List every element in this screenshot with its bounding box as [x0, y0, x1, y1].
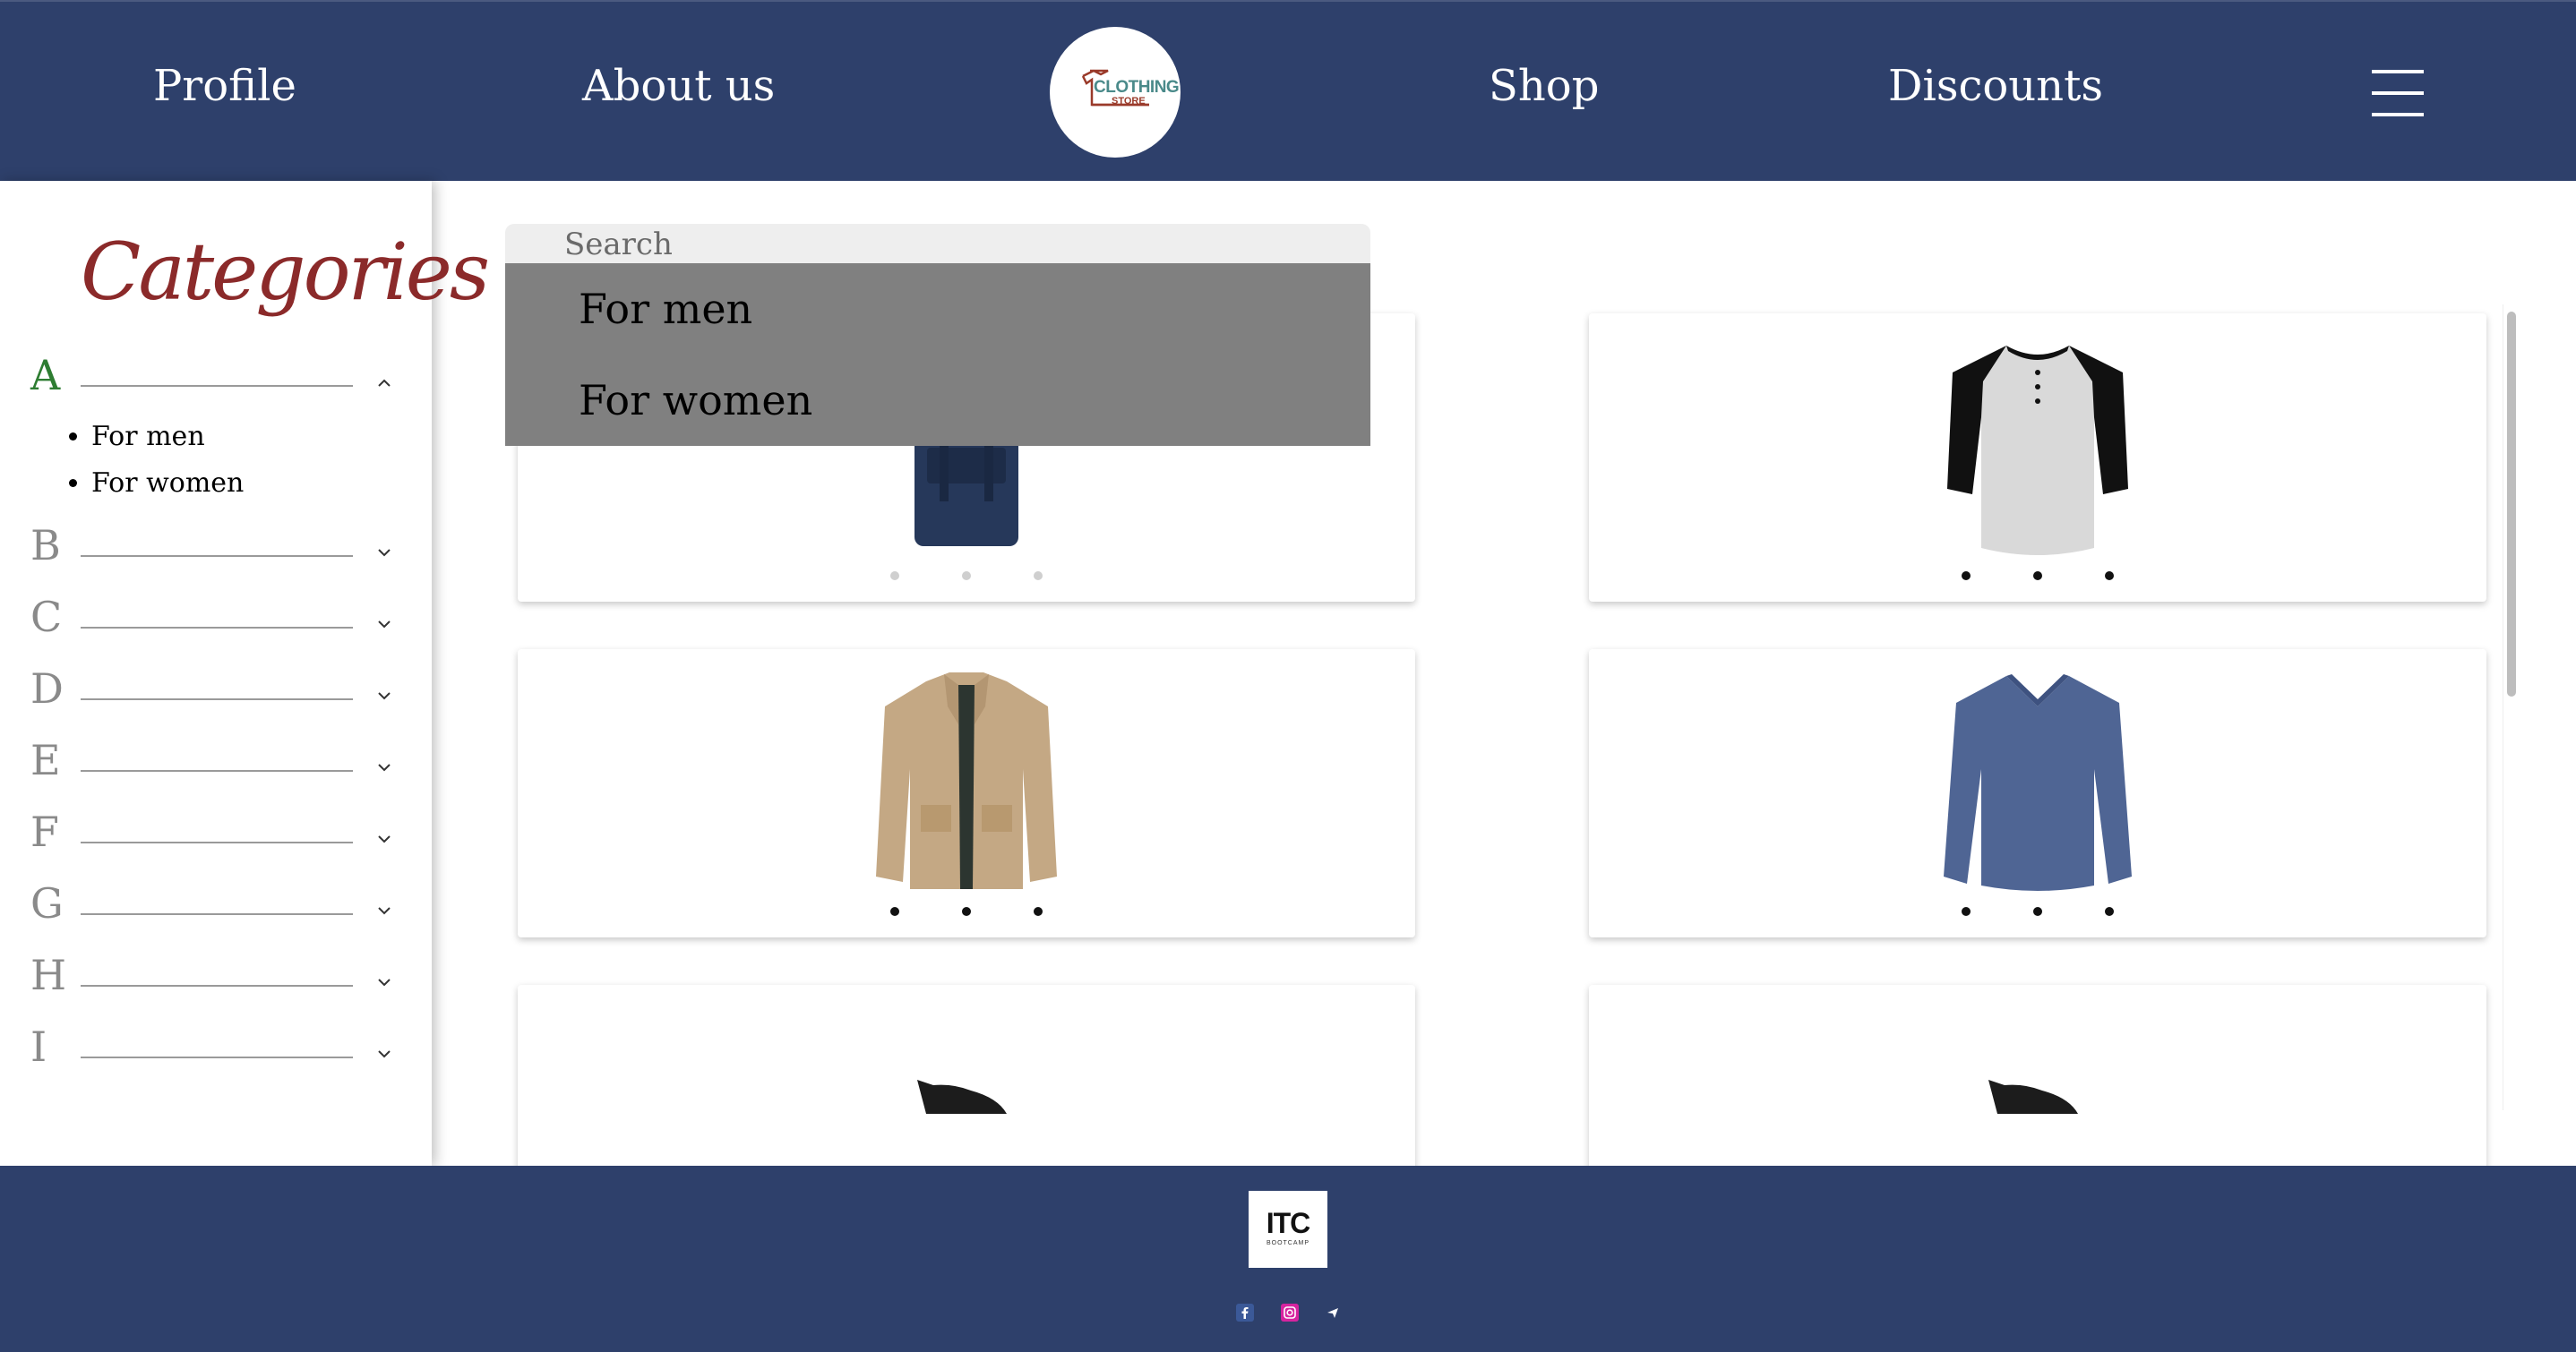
divider: [81, 1057, 353, 1058]
telegram-icon[interactable]: [1324, 1304, 1342, 1322]
divider: [81, 627, 353, 629]
carousel-dot[interactable]: [962, 907, 971, 916]
chevron-down-icon[interactable]: [374, 829, 394, 849]
chevron-down-icon[interactable]: [374, 686, 394, 706]
category-row-a[interactable]: A: [0, 351, 432, 405]
category-row-b[interactable]: B: [0, 521, 432, 575]
scrollbar-thumb[interactable]: [2507, 312, 2516, 697]
henley-shirt-icon: [1947, 346, 2128, 555]
instagram-icon[interactable]: [1281, 1304, 1299, 1322]
scrollbar-track[interactable]: [2503, 304, 2519, 1110]
nav-shop[interactable]: Shop: [1489, 61, 1599, 111]
divider: [81, 555, 353, 557]
facebook-icon[interactable]: [1236, 1304, 1254, 1322]
carousel-dots: [1589, 571, 2486, 580]
logo-text-store: STORE: [1112, 96, 1146, 107]
logo-text-clothing: CLOTHING: [1094, 78, 1180, 97]
category-row-e[interactable]: E: [0, 736, 432, 790]
category-letter: F: [30, 808, 59, 856]
carousel-dot[interactable]: [2105, 907, 2114, 916]
shoe-icon: [917, 1080, 1007, 1114]
sweater-icon: [1944, 674, 2132, 891]
subcategory-for-women[interactable]: For women: [91, 460, 244, 507]
carousel-dot[interactable]: [1962, 571, 1971, 580]
product-card[interactable]: [1589, 649, 2486, 937]
hamburger-menu-icon[interactable]: [2372, 68, 2424, 118]
category-row-c[interactable]: C: [0, 593, 432, 646]
itc-logo-subtext: BOOTCAMP: [1266, 1240, 1310, 1246]
divider: [81, 385, 353, 387]
search-suggestions-dropdown: For men For women: [505, 263, 1370, 446]
carousel-dots: [518, 907, 1415, 916]
category-letter: B: [30, 521, 61, 569]
footer: ITC BOOTCAMP: [0, 1166, 2576, 1352]
carousel-dot[interactable]: [2033, 907, 2042, 916]
carousel-dots: [1589, 907, 2486, 916]
category-letter: A: [30, 351, 61, 399]
product-card[interactable]: [518, 649, 1415, 937]
store-logo[interactable]: CLOTHING STORE: [1050, 27, 1181, 158]
category-letter: E: [30, 736, 61, 784]
category-a-sublist: For men For women: [63, 414, 244, 507]
nav-profile[interactable]: Profile: [153, 61, 296, 111]
nav-about-us[interactable]: About us: [582, 61, 775, 111]
product-card[interactable]: [1589, 313, 2486, 602]
chevron-down-icon[interactable]: [374, 901, 394, 920]
category-row-d[interactable]: D: [0, 664, 432, 718]
carousel-dots: [518, 571, 1415, 580]
suggestion-for-men[interactable]: For men: [579, 285, 752, 333]
category-letter: D: [30, 664, 64, 713]
carousel-dot[interactable]: [890, 571, 899, 580]
carousel-dot[interactable]: [962, 571, 971, 580]
store-logo-mark: CLOTHING STORE: [1070, 65, 1180, 119]
product-card[interactable]: [518, 985, 1415, 1166]
categories-sidebar: Categories A For men For women B C D E F…: [0, 181, 490, 1166]
chevron-down-icon[interactable]: [374, 757, 394, 777]
chevron-up-icon[interactable]: [374, 372, 394, 392]
suggestion-for-women[interactable]: For women: [579, 376, 812, 424]
category-letter: H: [30, 951, 67, 999]
carousel-dot[interactable]: [2033, 571, 2042, 580]
itc-bootcamp-logo[interactable]: ITC BOOTCAMP: [1249, 1191, 1327, 1268]
subcategory-for-men[interactable]: For men: [91, 414, 244, 460]
divider: [81, 770, 353, 772]
carousel-dot[interactable]: [890, 907, 899, 916]
category-row-g[interactable]: G: [0, 879, 432, 933]
divider: [81, 698, 353, 700]
category-row-f[interactable]: F: [0, 808, 432, 861]
chevron-down-icon[interactable]: [374, 543, 394, 562]
carousel-dot[interactable]: [1034, 571, 1043, 580]
categories-title: Categories: [81, 226, 490, 318]
category-row-i[interactable]: I: [0, 1023, 432, 1076]
category-letter: C: [30, 593, 63, 641]
chevron-down-icon[interactable]: [374, 972, 394, 992]
header-bar: Profile About us CLOTHING STORE Shop Dis…: [0, 0, 2576, 181]
category-row-h[interactable]: H: [0, 951, 432, 1005]
carousel-dot[interactable]: [1962, 907, 1971, 916]
category-letter: G: [30, 879, 64, 928]
shoe-icon: [1988, 1080, 2078, 1114]
carousel-dot[interactable]: [2105, 571, 2114, 580]
itc-logo-text: ITC: [1266, 1207, 1311, 1239]
divider: [81, 985, 353, 987]
search-input[interactable]: [505, 224, 1370, 265]
product-card[interactable]: [1589, 985, 2486, 1166]
category-letter: I: [30, 1023, 47, 1071]
carousel-dot[interactable]: [1034, 907, 1043, 916]
jacket-icon: [876, 672, 1057, 889]
divider: [81, 913, 353, 915]
chevron-down-icon[interactable]: [374, 614, 394, 634]
divider: [81, 842, 353, 843]
chevron-down-icon[interactable]: [374, 1044, 394, 1064]
nav-discounts[interactable]: Discounts: [1888, 61, 2103, 111]
